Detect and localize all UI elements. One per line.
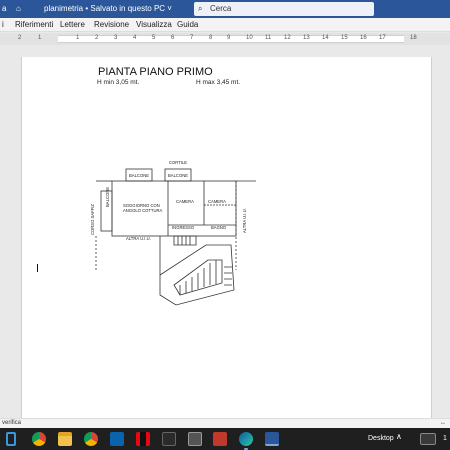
netflix-icon[interactable]	[136, 432, 150, 446]
label-balcone-1: BALCONE	[129, 173, 149, 178]
word-icon[interactable]	[265, 432, 279, 446]
label-altra-left: ALTRA U.I.U.	[126, 236, 151, 241]
text-cursor	[37, 264, 38, 272]
tab-lettere[interactable]: Lettere	[60, 20, 85, 29]
ruler-number: 13	[303, 35, 310, 41]
ruler-number: 4	[133, 35, 137, 41]
ruler-number: 2	[95, 35, 99, 41]
plan-title: PIANTA PIANO PRIMO	[98, 66, 213, 78]
calculator-icon[interactable]	[188, 432, 202, 446]
clock[interactable]: 1	[443, 435, 447, 442]
ruler-number: 8	[209, 35, 213, 41]
floor-plan-drawing: CORTILE BALCONE BALCONE BALCONE CAMERA C…	[90, 160, 256, 306]
label-soggiorno-2: ANGOLO COTTURA	[123, 208, 163, 213]
label-ingresso: INGRESSO	[172, 225, 195, 230]
ruler-number: 11	[265, 35, 272, 41]
status-bar: verifica ↔	[0, 418, 450, 428]
label-camera-2: CAMERA	[208, 199, 226, 204]
label-camera-1: CAMERA	[176, 199, 194, 204]
tray-expand-icon[interactable]: ∧	[396, 432, 402, 441]
ruler-number: 9	[227, 35, 231, 41]
document-title[interactable]: planimetria • Salvato in questo PC ˅	[44, 4, 172, 13]
ruler-number: 5	[152, 35, 156, 41]
desktop-label[interactable]: Desktop	[368, 435, 394, 442]
app-icon[interactable]	[162, 432, 176, 446]
search-box[interactable]: ⌕ Cerca	[194, 2, 374, 16]
app-mark: a	[2, 4, 7, 13]
search-icon: ⌕	[198, 4, 203, 13]
status-right-icon[interactable]: ↔	[440, 420, 446, 426]
tab-guida[interactable]: Guida	[177, 20, 198, 29]
status-text[interactable]: verifica	[2, 420, 21, 426]
taskbar: Desktop ∧ 1	[0, 428, 450, 450]
edge-icon[interactable]	[239, 432, 253, 446]
tab-riferimenti[interactable]: Riferimenti	[15, 20, 53, 29]
height-min-text: H min 3,05 mt.	[97, 79, 140, 86]
file-explorer-icon[interactable]	[58, 432, 72, 446]
label-altra-right: ALTRA U.I.U.	[242, 208, 247, 233]
ruler-number: 17	[379, 35, 386, 41]
label-bagno: BAGNO	[211, 225, 227, 230]
quick-access-icon[interactable]: ⌂	[16, 4, 21, 13]
ruler-number: 2	[18, 35, 22, 41]
ruler-number: 1	[38, 35, 42, 41]
ruler-number: 14	[322, 35, 329, 41]
label-balcone-2: BALCONE	[168, 173, 188, 178]
ruler-number: 3	[114, 35, 118, 41]
ribbon-edge-mark: i	[2, 20, 4, 29]
height-max-text: H max 3,45 mt.	[196, 79, 241, 86]
outlook-icon[interactable]	[110, 432, 124, 446]
chrome-icon[interactable]	[32, 432, 46, 446]
ruler-number: 10	[246, 35, 253, 41]
horizontal-ruler[interactable]: 2 1 1 2 3 4 5 6 7 8 9 10 11 12 13 14 15 …	[0, 33, 450, 45]
ruler-number: 12	[284, 35, 291, 41]
tab-revisione[interactable]: Revisione	[94, 20, 129, 29]
chrome-icon[interactable]	[84, 432, 98, 446]
ruler-number: 6	[171, 35, 175, 41]
label-corso: CORSO SAFFIZ	[90, 204, 95, 235]
ruler-band	[58, 35, 404, 43]
ruler-number: 15	[341, 35, 348, 41]
red-app-icon[interactable]	[213, 432, 227, 446]
edge-legacy-icon[interactable]	[6, 432, 16, 446]
ruler-number: 16	[360, 35, 367, 41]
ruler-number: 1	[76, 35, 80, 41]
search-input[interactable]: Cerca	[210, 4, 231, 13]
tab-visualizza[interactable]: Visualizza	[136, 20, 172, 29]
title-bar: a ⌂ planimetria • Salvato in questo PC ˅…	[0, 0, 450, 18]
ruler-number: 18	[410, 35, 417, 41]
keyboard-icon[interactable]	[420, 433, 436, 445]
label-balcone-side: BALCONE	[105, 187, 110, 207]
ribbon-tabs: i Riferimenti Lettere Revisione Visualiz…	[0, 18, 450, 32]
ruler-number: 7	[190, 35, 194, 41]
label-cortile: CORTILE	[169, 160, 187, 165]
